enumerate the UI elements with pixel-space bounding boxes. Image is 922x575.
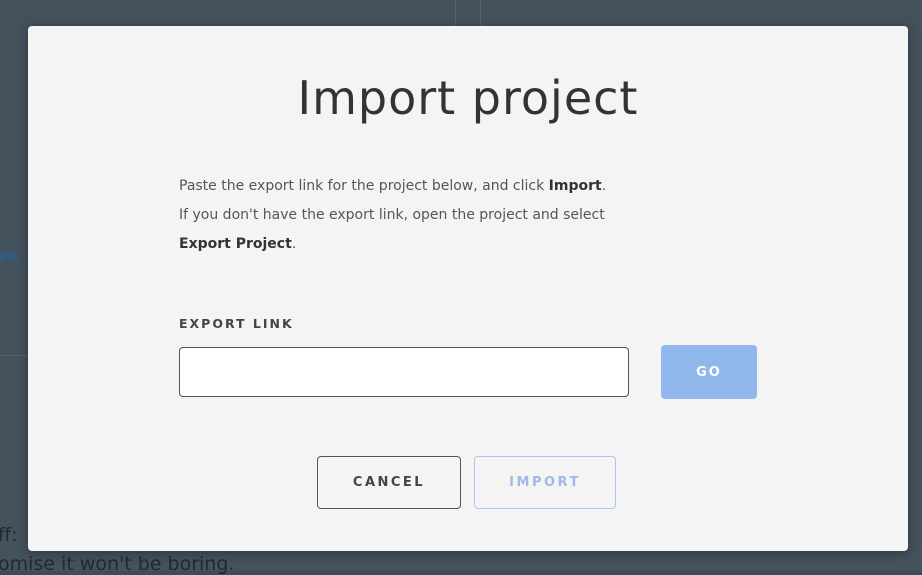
import-button[interactable]: IMPORT xyxy=(474,456,616,509)
import-project-modal: Import project Paste the export link for… xyxy=(28,26,908,551)
cancel-button[interactable]: CANCEL xyxy=(317,456,461,509)
background-divider xyxy=(455,0,456,28)
background-divider xyxy=(480,0,481,28)
export-link-input[interactable] xyxy=(179,347,629,397)
go-button[interactable]: GO xyxy=(661,345,757,399)
description-text: Paste the export link for the project be… xyxy=(179,178,549,194)
background-partial-text: ff: xyxy=(0,524,18,546)
description-bold-text: Import xyxy=(548,178,602,194)
background-partial-heading: PR xyxy=(0,251,20,266)
description-text: . xyxy=(291,236,297,252)
description-line: If you don't have the export link, open … xyxy=(179,207,605,223)
description-text: . xyxy=(601,178,607,194)
description-line: Paste the export link for the project be… xyxy=(179,172,779,201)
modal-description: Paste the export link for the project be… xyxy=(179,172,779,259)
background-partial-text: omise it won't be boring. xyxy=(0,553,235,575)
modal-title: Import project xyxy=(297,71,639,125)
description-line: Export Project. xyxy=(179,230,779,259)
description-bold-text: Export Project xyxy=(179,236,292,252)
export-link-label: EXPORT LINK xyxy=(179,316,294,331)
background-divider xyxy=(0,355,30,356)
